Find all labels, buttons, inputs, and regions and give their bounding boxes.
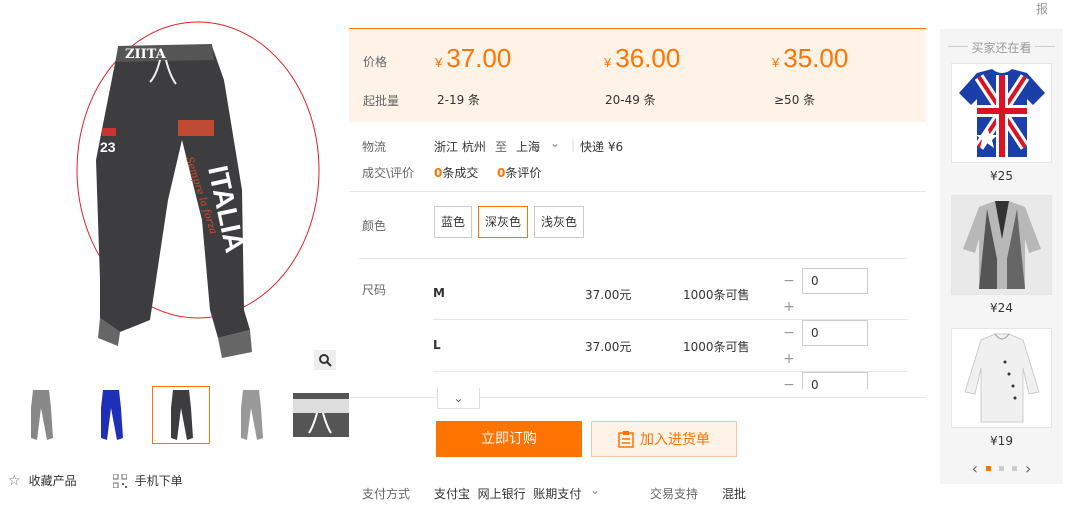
- color-label: 颜色: [362, 219, 387, 233]
- minus-button[interactable]: −: [778, 270, 800, 292]
- trade-support-value: 混批: [722, 487, 747, 501]
- price-label: 价格: [363, 55, 388, 69]
- price-value: 35.00: [783, 43, 849, 73]
- divider: [349, 397, 926, 398]
- order-now-button[interactable]: 立即订购: [436, 421, 582, 457]
- sku-price: 37.00元: [585, 288, 632, 302]
- thumbnail-blue-pants[interactable]: [82, 386, 140, 444]
- quantity-input[interactable]: 0: [802, 372, 868, 389]
- related-item-price: ¥24: [990, 301, 1013, 315]
- tier-range: ≥50 条: [774, 93, 816, 107]
- quantity-input[interactable]: 0: [802, 268, 868, 294]
- payment-methods: 支付宝 网上银行 账期支付: [434, 487, 582, 501]
- sidebar-pager: ‹ ›: [940, 459, 1063, 478]
- related-item-price: ¥25: [990, 169, 1013, 183]
- sku-size: L: [433, 338, 441, 352]
- magnifier-icon: [319, 354, 332, 367]
- price-tier-1: ¥37.00: [435, 43, 512, 73]
- qrcode-icon: [112, 473, 127, 488]
- logistics-to: 至: [495, 140, 508, 154]
- deals-label: 成交\评价: [362, 166, 415, 180]
- divider: [1035, 46, 1055, 47]
- chevron-left-icon[interactable]: ‹: [972, 459, 978, 478]
- related-item-image[interactable]: [951, 63, 1052, 163]
- divider: |: [571, 138, 576, 152]
- price-tier-3: ¥35.00: [772, 43, 849, 73]
- review-count[interactable]: 0条评价: [497, 164, 541, 181]
- tier-range: 20-49 条: [605, 93, 656, 107]
- tier-range: 2-19 条: [437, 93, 481, 107]
- left-actions: ☆ 收藏产品 手机下单: [8, 472, 183, 489]
- sku-list: M 37.00元 1000条可售 − 0 + L 37.00元 1000条可售 …: [433, 265, 913, 389]
- quantity-stepper: − 0 +: [778, 320, 868, 370]
- related-item-image[interactable]: [951, 328, 1052, 428]
- divider: [349, 191, 926, 192]
- quantity-input[interactable]: 0: [802, 320, 868, 346]
- color-option-blue[interactable]: 蓝色: [434, 206, 473, 238]
- quantity-stepper: − 0: [778, 372, 868, 389]
- sku-row: − 0: [433, 372, 908, 389]
- expand-sku-button[interactable]: ⌄: [437, 388, 480, 409]
- mobile-order-label: 手机下单: [134, 474, 183, 488]
- plus-button[interactable]: +: [778, 296, 800, 318]
- clipboard-icon: [618, 431, 634, 448]
- related-item-price: ¥19: [990, 434, 1013, 448]
- color-option-darkgrey[interactable]: 深灰色: [478, 206, 529, 238]
- related-item[interactable]: ¥24: [951, 195, 1052, 315]
- mobile-order-button[interactable]: 手机下单: [112, 472, 183, 489]
- color-option-lightgrey[interactable]: 浅灰色: [534, 206, 585, 238]
- sku-stock: 1000条可售: [683, 288, 750, 302]
- minus-button[interactable]: −: [778, 374, 800, 389]
- logistics-origin: 浙江 杭州: [434, 140, 486, 154]
- pager-dot[interactable]: [1012, 466, 1017, 471]
- pager-dot[interactable]: [999, 466, 1004, 471]
- add-to-cart-button[interactable]: 加入进货单: [591, 421, 737, 457]
- related-sidebar: 买家还在看 ¥25 ¥24 ¥19 ‹ ›: [940, 29, 1063, 484]
- zoom-button[interactable]: [314, 350, 336, 370]
- sku-size: M: [433, 286, 445, 300]
- pager-dot-active[interactable]: [986, 466, 991, 471]
- sku-price: 37.00元: [585, 340, 632, 354]
- moq-label: 起批量: [363, 94, 400, 108]
- related-item-image[interactable]: [951, 195, 1052, 295]
- report-link[interactable]: 报: [1036, 0, 1048, 17]
- logistics-label: 物流: [362, 140, 387, 154]
- chevron-down-icon: ⌄: [453, 391, 464, 405]
- favorite-label: 收藏产品: [28, 474, 77, 488]
- trade-support-label: 交易支持: [650, 487, 699, 501]
- sku-row: M 37.00元 1000条可售 − 0 +: [433, 268, 908, 320]
- thumbnail-strip: [12, 386, 350, 444]
- related-item[interactable]: ¥25: [951, 63, 1052, 183]
- divider: [359, 258, 907, 259]
- price-value: 37.00: [446, 43, 512, 73]
- destination-select[interactable]: 上海: [516, 138, 540, 155]
- deal-count[interactable]: 0条成交: [434, 164, 478, 181]
- sidebar-title: 买家还在看: [971, 41, 1032, 55]
- chevron-down-icon[interactable]: ⌄: [590, 483, 600, 497]
- chevron-right-icon[interactable]: ›: [1025, 459, 1031, 478]
- payment-label: 支付方式: [362, 487, 411, 501]
- thumbnail-drawstring-detail[interactable]: [292, 386, 350, 444]
- minus-button[interactable]: −: [778, 322, 800, 344]
- size-label: 尺码: [362, 283, 387, 297]
- quantity-stepper: − 0 +: [778, 268, 868, 318]
- chevron-down-icon[interactable]: ⌄: [550, 136, 560, 150]
- related-item[interactable]: ¥19: [951, 328, 1052, 448]
- favorite-button[interactable]: ☆ 收藏产品: [8, 472, 77, 489]
- product-main-image: ZIITA ITALIA Sempre la forza 23: [10, 20, 340, 370]
- thumbnail-darkgrey-pants[interactable]: [152, 386, 210, 444]
- star-icon: ☆: [8, 472, 21, 489]
- express-fee: 快递 ¥6: [580, 140, 624, 154]
- add-to-cart-label: 加入进货单: [640, 432, 710, 448]
- thumbnail-grey-pants[interactable]: [12, 386, 70, 444]
- price-value: 36.00: [615, 43, 681, 73]
- sku-stock: 1000条可售: [683, 340, 750, 354]
- waistband-text: ZIITA: [125, 47, 167, 62]
- number-print-text: 23: [100, 139, 116, 155]
- thumbnail-lightgrey-pants[interactable]: [222, 386, 280, 444]
- price-tier-2: ¥36.00: [604, 43, 681, 73]
- price-box: 价格 起批量 ¥37.00 2-19 条 ¥36.00 20-49 条 ¥35.…: [349, 28, 926, 122]
- plus-button[interactable]: +: [778, 348, 800, 370]
- sku-row: L 37.00元 1000条可售 − 0 +: [433, 320, 908, 372]
